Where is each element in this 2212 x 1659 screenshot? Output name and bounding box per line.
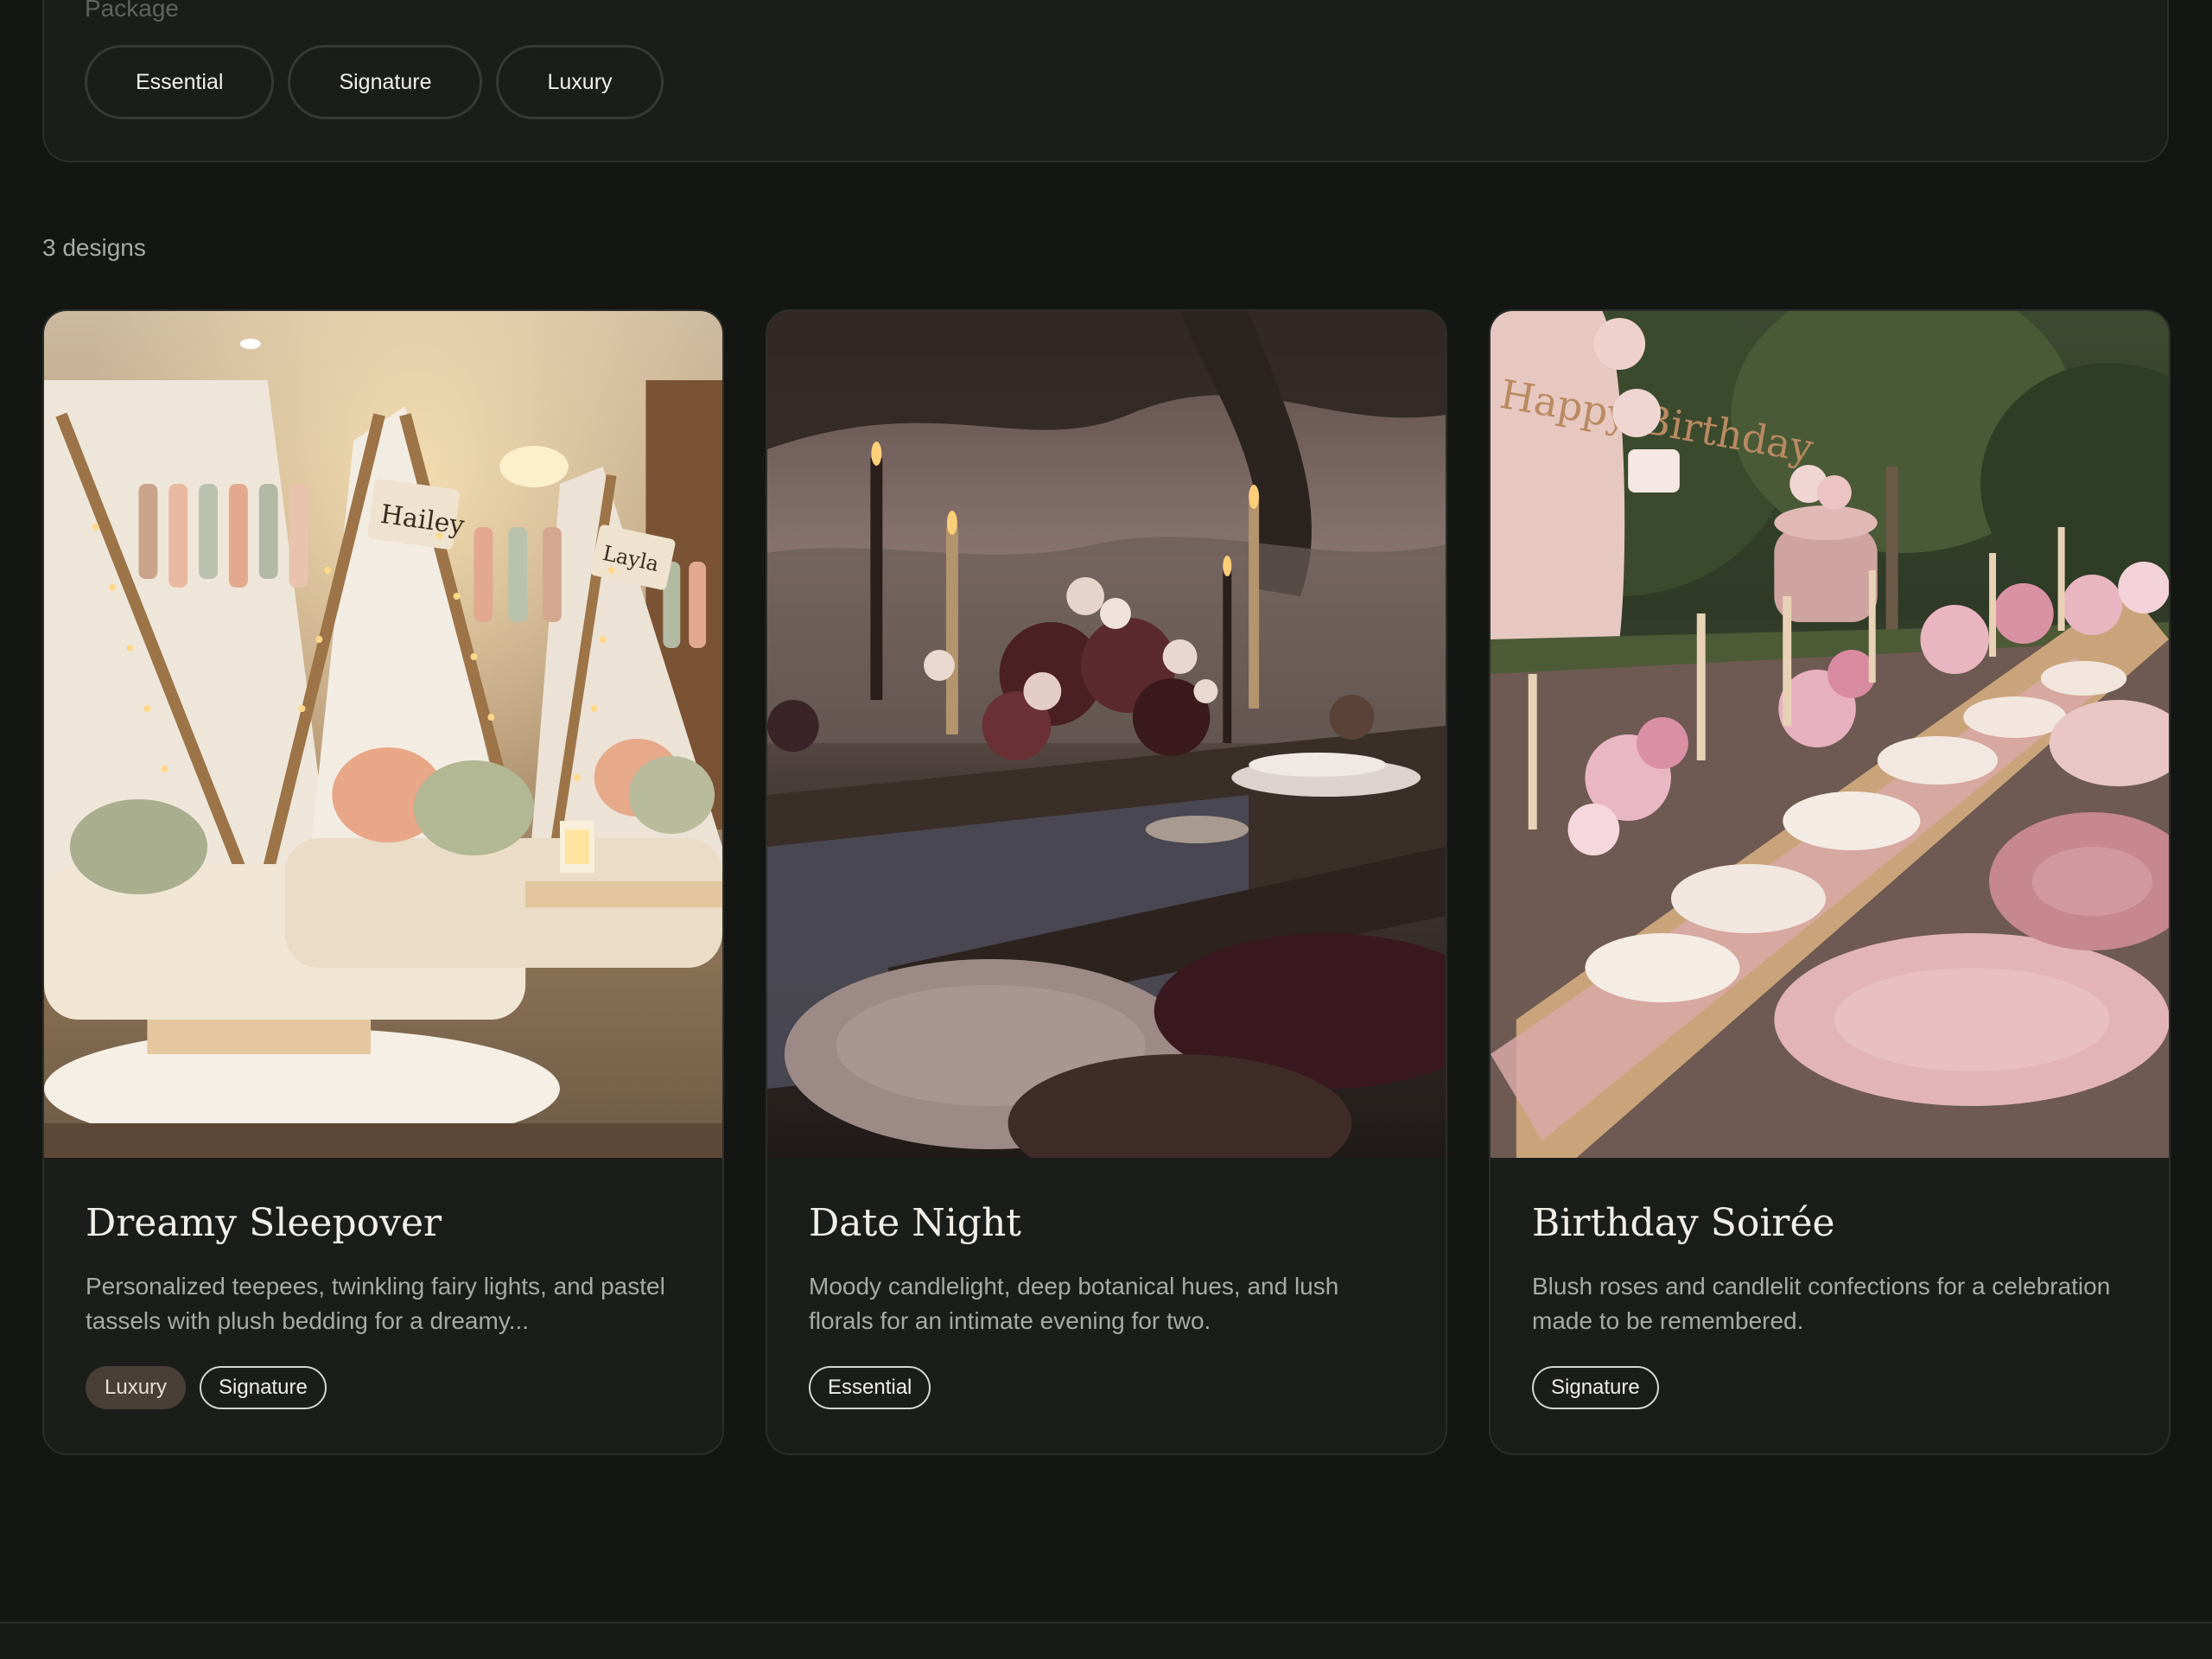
card-title: Date Night [809, 1201, 1021, 1245]
results-count: 3 designs [42, 234, 146, 261]
package-essential-button[interactable]: Essential [85, 45, 275, 119]
tag-signature: Signature [200, 1366, 327, 1409]
design-image-dreamy-sleepover: Hailey Layla [44, 311, 722, 1158]
design-card-dreamy-sleepover[interactable]: Hailey Layla Dreamy Sleepover Personaliz… [42, 309, 724, 1455]
package-signature-button[interactable]: Signature [288, 45, 483, 119]
tag-essential: Essential [809, 1366, 931, 1409]
card-description: Blush roses and candlelit confections fo… [1532, 1273, 2111, 1334]
package-filter-group: Essential Signature Luxury [85, 45, 664, 119]
card-tags: Signature [1532, 1366, 2127, 1409]
design-image-birthday-soiree: Happy Birthday [1491, 311, 2169, 1158]
card-tags: Luxury Signature [86, 1366, 681, 1409]
package-filter-label: Package [85, 0, 179, 22]
design-card-grid: Hailey Layla Dreamy Sleepover Personaliz… [42, 309, 2171, 1455]
design-card-birthday-soiree[interactable]: Happy Birthday Birthday Soirée Blush ros… [1489, 309, 2171, 1455]
card-title: Dreamy Sleepover [86, 1201, 442, 1245]
design-image-date-night [767, 311, 1446, 1158]
tag-luxury: Luxury [86, 1366, 187, 1409]
tag-signature: Signature [1532, 1366, 1659, 1409]
card-tags: Essential [809, 1366, 1404, 1409]
card-title: Birthday Soirée [1532, 1201, 1835, 1245]
design-card-date-night[interactable]: Date Night Moody candlelight, deep botan… [766, 309, 1447, 1455]
card-description: Moody candlelight, deep botanical hues, … [809, 1273, 1339, 1334]
card-description: Personalized teepees, twinkling fairy li… [86, 1273, 665, 1334]
footer [0, 1624, 2212, 1659]
package-luxury-button[interactable]: Luxury [496, 45, 664, 119]
